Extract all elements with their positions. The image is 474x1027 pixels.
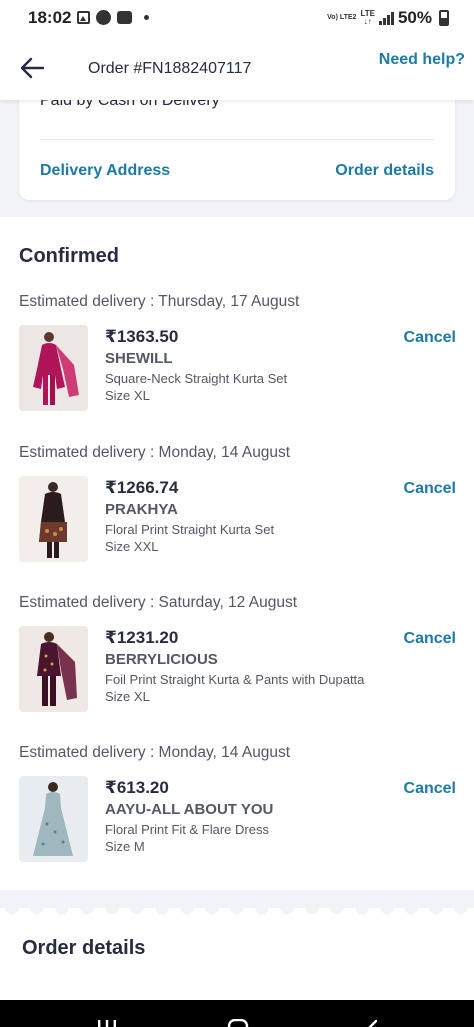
gallery-icon [77,11,90,24]
data-arrows-icon: ↓↑ [363,17,372,26]
arrow-left-icon[interactable] [18,54,46,82]
order-details-section: Order details [0,890,474,1000]
status-right: Vo) LTE2 LTE ↓↑ 50% [327,8,449,28]
product-image[interactable] [19,626,88,712]
network-indicator: Vo) LTE2 [327,14,356,22]
product-description: Square-Neck Straight Kurta Set [105,371,288,386]
signal-icon [378,11,394,25]
cancel-button[interactable]: Cancel [404,630,456,648]
status-time: 18:02 [28,8,72,27]
estimated-delivery: Estimated delivery : Monday, 14 August [19,444,291,461]
order-title: Order #FN1882407117 [88,60,252,77]
divider [40,139,434,140]
messenger-icon [96,10,111,25]
order-item[interactable]: Estimated delivery : Thursday, 17 August… [0,293,474,429]
product-price: ₹1363.50 [105,327,179,346]
more-notifications-icon [144,15,149,20]
product-image[interactable] [19,476,88,562]
battery-icon [439,10,449,26]
status-bar: 18:02 Vo) LTE2 LTE ↓↑ 50% [0,0,474,36]
estimated-delivery: Estimated delivery : Thursday, 17 August [19,293,300,310]
order-item[interactable]: Estimated delivery : Saturday, 12 August… [0,594,474,730]
chat-icon [117,11,132,24]
product-image[interactable] [19,776,88,862]
product-image[interactable] [19,325,88,411]
lte-icon: LTE ↓↑ [360,10,375,26]
order-details-link[interactable]: Order details [335,162,434,180]
product-price: ₹1231.20 [105,628,179,647]
product-brand: SHEWILL [105,350,173,367]
estimated-delivery: Estimated delivery : Monday, 14 August [19,744,291,761]
home-icon[interactable] [227,1019,249,1027]
estimated-delivery: Estimated delivery : Saturday, 12 August [19,594,298,611]
cancel-button[interactable]: Cancel [404,480,456,498]
status-heading: Confirmed [19,245,119,267]
product-size: Size XL [105,388,150,403]
recent-apps-icon[interactable] [96,1019,118,1027]
product-description: Floral Print Fit & Flare Dress [105,822,269,837]
notification-icons [77,10,149,25]
product-description: Floral Print Straight Kurta Set [105,522,275,537]
product-brand: BERRYLICIOUS [105,651,218,668]
product-price: ₹1266.74 [105,478,179,497]
system-nav-bar [0,1000,474,1027]
product-description: Foil Print Straight Kurta & Pants with D… [105,672,365,687]
product-size: Size XL [105,689,150,704]
chevron-left-icon[interactable] [364,1019,380,1027]
product-brand: PRAKHYA [105,501,178,518]
product-size: Size M [105,839,145,854]
cancel-button[interactable]: Cancel [404,780,456,798]
need-help-link[interactable]: Need help? [379,51,465,69]
ticket-edge [0,904,474,914]
delivery-address-link[interactable]: Delivery Address [40,162,170,180]
network-sub-label: Vo) LTE2 [327,14,357,21]
order-details-heading: Order details [22,937,146,959]
order-item[interactable]: Estimated delivery : Monday, 14 August ₹… [0,444,474,580]
order-summary-card: Paid by Cash on Delivery Delivery Addres… [19,92,455,200]
product-brand: AAYU-ALL ABOUT YOU [105,801,274,818]
order-item[interactable]: Estimated delivery : Monday, 14 August ₹… [0,744,474,880]
product-size: Size XXL [105,539,159,554]
order-summary-area: Paid by Cash on Delivery Delivery Addres… [0,92,474,217]
cancel-button[interactable]: Cancel [404,329,456,347]
product-price: ₹613.20 [105,778,169,797]
battery-percent: 50% [397,8,432,27]
order-header: Order #FN1882407117 Need help? [0,36,474,100]
